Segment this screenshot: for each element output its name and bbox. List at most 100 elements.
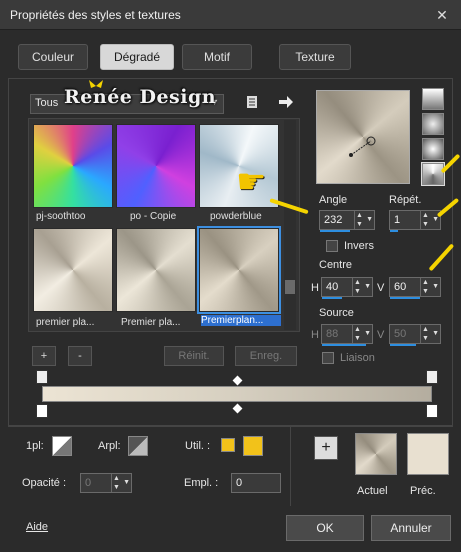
repeat-spinner[interactable]: 1 ▲ ▼ ▼	[389, 210, 441, 232]
gradient-thumb-selected[interactable]	[197, 226, 281, 314]
arrow-right-icon[interactable]	[278, 95, 294, 109]
thumb-label: premier pla...	[36, 317, 95, 328]
angle-spinner[interactable]: 232 ▲ ▼ ▼	[319, 210, 375, 232]
gradient-stop-top-right[interactable]	[426, 370, 438, 384]
gradient-center-handle[interactable]	[347, 135, 377, 159]
ok-button[interactable]: OK	[286, 515, 364, 541]
thumb-label: powderblue	[210, 211, 262, 222]
repeat-slider[interactable]	[390, 230, 398, 232]
chevron-down-icon[interactable]: ▼	[123, 479, 130, 486]
gradient-thumb[interactable]	[116, 124, 196, 208]
previous-swatch[interactable]	[407, 433, 449, 475]
location-input[interactable]: 0	[231, 473, 281, 493]
spin-arrows-icon[interactable]: ▲ ▼	[111, 474, 121, 492]
chevron-down-icon[interactable]: ▼	[432, 330, 439, 337]
cancel-button[interactable]: Annuler	[371, 515, 451, 541]
repeat-value: 1	[394, 214, 401, 226]
background-label: Arpl:	[98, 440, 121, 452]
current-swatch[interactable]	[355, 433, 397, 475]
chevron-down-icon[interactable]: ▼	[366, 216, 373, 223]
gradient-stop-top-left[interactable]	[36, 370, 48, 384]
center-v-slider[interactable]	[390, 297, 420, 299]
background-swatch[interactable]	[128, 436, 148, 456]
angle-slider[interactable]	[320, 230, 350, 232]
angle-label: Angle	[319, 194, 348, 206]
center-h-label: H	[311, 282, 319, 294]
opacity-value: 0	[85, 477, 92, 489]
chevron-down-icon[interactable]: ▼	[364, 283, 371, 290]
user-color-label: Util. :	[185, 440, 211, 452]
gradient-thumb[interactable]	[33, 228, 113, 312]
center-h-spinner[interactable]: 40 ▲ ▼ ▼	[321, 277, 373, 299]
foreground-swatch[interactable]	[52, 436, 72, 456]
source-label: Source	[319, 307, 354, 319]
library-scrollbar[interactable]	[284, 120, 296, 330]
gradient-bar[interactable]	[42, 386, 432, 402]
source-h-label: H	[311, 329, 319, 341]
spin-arrows-icon[interactable]: ▲ ▼	[354, 211, 364, 229]
invert-label: Invers	[344, 240, 374, 252]
tab-texture[interactable]: Texture	[279, 44, 351, 70]
opacity-label: Opacité :	[22, 477, 67, 489]
center-v-label: V	[377, 282, 385, 294]
center-v-spinner[interactable]: 60 ▲ ▼ ▼	[389, 277, 441, 299]
save-gradient-button[interactable]: Enreg.	[235, 346, 297, 366]
separator	[8, 426, 453, 427]
source-h-slider[interactable]	[322, 344, 366, 346]
source-v-slider[interactable]	[390, 344, 416, 346]
spin-arrows-icon[interactable]: ▲ ▼	[420, 211, 430, 229]
location-label: Empl. :	[184, 477, 219, 489]
invert-checkbox[interactable]	[326, 240, 338, 252]
user-color-swatch-small[interactable]	[221, 438, 235, 452]
angle-value: 232	[324, 214, 343, 226]
chevron-down-icon[interactable]: ▼	[432, 283, 439, 290]
chevron-down-icon[interactable]: ▼	[364, 330, 371, 337]
gradient-thumb[interactable]	[116, 228, 196, 312]
library-menu-icon[interactable]	[245, 95, 259, 109]
chevron-down-icon[interactable]: ▼	[432, 216, 439, 223]
center-v-value: 60	[394, 281, 407, 293]
location-value: 0	[236, 477, 243, 489]
spin-arrows-icon[interactable]: ▲ ▼	[352, 278, 362, 296]
center-label: Centre	[319, 259, 353, 271]
thumb-label: po - Copie	[130, 211, 177, 222]
pointing-hand-icon: ☛	[236, 163, 267, 201]
scrollbar-thumb[interactable]	[285, 280, 295, 294]
add-gradient-button[interactable]: +	[32, 346, 56, 366]
close-icon[interactable]: ✕	[431, 5, 453, 25]
spin-arrows-icon[interactable]: ▲ ▼	[352, 325, 362, 343]
spin-arrows-icon[interactable]: ▲ ▼	[420, 325, 430, 343]
tab-couleur[interactable]: Couleur	[18, 44, 88, 70]
spin-arrows-icon[interactable]: ▲ ▼	[420, 278, 430, 296]
source-v-value: 50	[394, 328, 407, 340]
center-h-slider[interactable]	[322, 297, 342, 299]
gradient-stop-bottom-left[interactable]	[36, 404, 48, 418]
window-title: Propriétés des styles et textures	[10, 8, 181, 22]
user-color-swatch[interactable]	[243, 436, 263, 456]
tab-motif[interactable]: Motif	[182, 44, 252, 70]
tab-degrade[interactable]: Dégradé	[100, 44, 174, 70]
remove-gradient-button[interactable]: -	[68, 346, 92, 366]
thumb-label: pj-soothtoo	[36, 211, 86, 222]
source-h-value: 88	[326, 328, 339, 340]
opacity-spinner[interactable]: 0 ▲ ▼ ▼	[80, 473, 132, 493]
separator	[290, 426, 291, 506]
linear-style-button[interactable]	[422, 88, 444, 110]
gradient-thumb[interactable]	[33, 124, 113, 208]
current-label: Actuel	[357, 485, 388, 497]
gradient-stop-bottom-right[interactable]	[426, 404, 438, 418]
add-swatch-button[interactable]: +	[314, 436, 338, 460]
link-checkbox[interactable]	[322, 352, 334, 364]
sunburst-style-button[interactable]	[422, 138, 444, 160]
category-value: Tous	[35, 97, 59, 109]
help-link[interactable]: Aide	[26, 521, 48, 533]
source-h-spinner[interactable]: 88 ▲ ▼ ▼	[321, 324, 373, 346]
gradient-preview[interactable]	[316, 90, 410, 184]
rectangular-style-button[interactable]	[422, 113, 444, 135]
source-v-spinner[interactable]: 50 ▲ ▼ ▼	[389, 324, 441, 346]
thumb-label-selected: Premierplan...	[201, 315, 281, 326]
previous-label: Préc.	[410, 485, 436, 497]
link-label: Liaison	[340, 352, 375, 364]
radial-style-button[interactable]	[421, 162, 445, 186]
reset-button[interactable]: Réinit.	[164, 346, 224, 366]
